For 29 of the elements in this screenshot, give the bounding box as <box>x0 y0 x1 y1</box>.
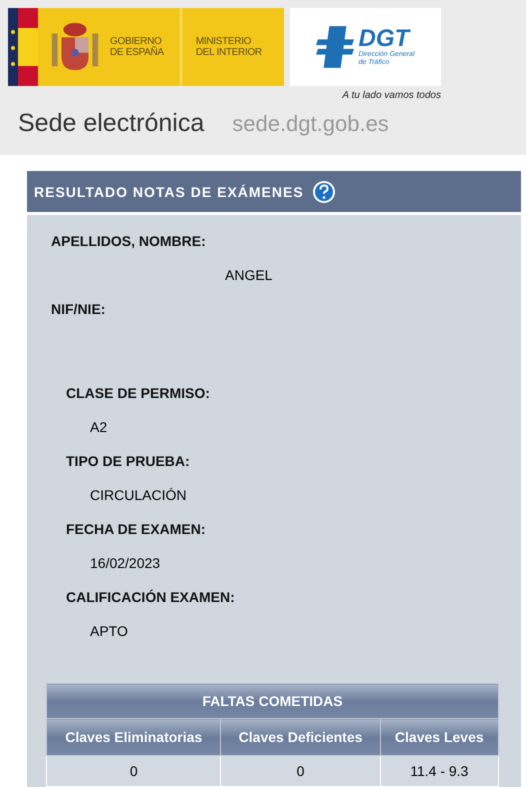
field-label: CALIFICACIÓN EXAMEN: <box>66 589 236 607</box>
help-icon[interactable] <box>312 180 336 204</box>
field-value: ANGEL <box>225 267 272 283</box>
site-url: sede.dgt.gob.es <box>232 111 389 137</box>
table-cell: 0 <box>46 756 221 786</box>
field-value: A2 <box>90 419 108 435</box>
logo-text: GOBIERNO <box>110 36 162 47</box>
field-label: CLASE DE PERMISO: <box>66 385 211 403</box>
logo-text: MINISTERIO <box>196 36 252 47</box>
panel-title: RESULTADO NOTAS DE EXÁMENES <box>34 184 304 200</box>
column-header: Claves Leves <box>380 718 498 756</box>
field-value: 16/02/2023 <box>90 555 160 571</box>
logo-text: DEL INTERIOR <box>196 47 262 58</box>
field-label: NIF/NIE: <box>51 301 106 319</box>
column-header: Claves Deficientes <box>220 718 380 756</box>
field-value: CIRCULACIÓN <box>90 487 186 503</box>
site-title: Sede electrónica <box>18 109 204 138</box>
field-label: FECHA DE EXAMEN: <box>66 521 206 539</box>
agency-name: DGT <box>358 27 411 51</box>
field-label: TIPO DE PRUEBA: <box>66 453 191 471</box>
cross-icon <box>316 26 354 68</box>
field-label: APELLIDOS, NOMBRE: <box>51 233 207 251</box>
field-value: APTO <box>90 623 128 639</box>
table-cell: 0 <box>220 756 380 786</box>
table-title: FALTAS COMETIDAS <box>46 684 498 718</box>
column-header: Claves Eliminatorias <box>46 718 221 756</box>
logo-text: DE ESPAÑA <box>110 47 164 58</box>
slogan: A tu lado vamos todos <box>342 90 441 101</box>
table-cell: 11.4 - 9.3 <box>380 756 498 786</box>
